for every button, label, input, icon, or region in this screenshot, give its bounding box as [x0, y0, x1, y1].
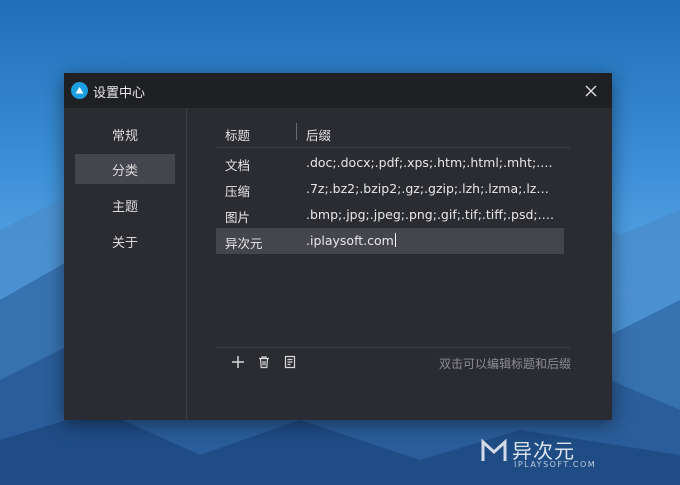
- footer-hint: 双击可以编辑标题和后缀: [439, 357, 572, 371]
- table-row[interactable]: 图片 .bmp;.jpg;.jpeg;.png;.gif;.tif;.tiff;…: [216, 202, 564, 228]
- sidebar-item-theme[interactable]: 主题: [75, 190, 175, 220]
- row-extensions-edit-field[interactable]: .iplaysoft.com: [306, 233, 558, 248]
- footer-divider: [216, 347, 570, 348]
- sidebar: 常规 分类 主题 关于: [64, 108, 187, 420]
- column-header-ext[interactable]: 后缀: [306, 125, 331, 144]
- title-bar: 设置中心: [64, 73, 612, 108]
- document-icon: [284, 355, 296, 369]
- row-extensions: .bmp;.jpg;.jpeg;.png;.gif;.tif;.tiff;.ps…: [306, 207, 558, 222]
- close-icon: [585, 85, 597, 97]
- row-extensions: .doc;.docx;.pdf;.xps;.htm;.html;.mht;.mh…: [306, 155, 558, 170]
- watermark-logo-icon: [481, 438, 507, 461]
- delete-button[interactable]: [255, 353, 273, 371]
- watermark: 异次元 IPLAYSOFT.COM: [478, 433, 658, 473]
- sidebar-item-general[interactable]: 常规: [75, 119, 175, 149]
- edit-button[interactable]: [281, 353, 299, 371]
- trash-icon: [259, 356, 269, 369]
- table-row[interactable]: 文档 .doc;.docx;.pdf;.xps;.htm;.html;.mht;…: [216, 150, 564, 176]
- window-title: 设置中心: [93, 86, 146, 101]
- row-extensions: .7z;.bz2;.bzip2;.gz;.gzip;.lzh;.lzma;.lz…: [306, 181, 558, 196]
- row-title: 图片: [225, 210, 251, 225]
- row-title: 压缩: [225, 184, 251, 199]
- column-header-title[interactable]: 标题: [225, 125, 250, 144]
- row-title: 异次元: [225, 236, 263, 251]
- app-logo-icon: [71, 82, 88, 99]
- sidebar-item-category[interactable]: 分类: [75, 154, 175, 184]
- watermark-url: IPLAYSOFT.COM: [514, 460, 597, 469]
- table-row[interactable]: 压缩 .7z;.bz2;.bzip2;.gz;.gzip;.lzh;.lzma;…: [216, 176, 564, 202]
- table-row-selected[interactable]: 异次元 .iplaysoft.com: [216, 228, 564, 254]
- close-button[interactable]: [580, 80, 602, 102]
- header-divider: [216, 147, 570, 148]
- add-button[interactable]: [229, 353, 247, 371]
- edit-field-text: .iplaysoft.com: [306, 233, 394, 248]
- text-caret: [394, 233, 396, 247]
- settings-window: 设置中心 常规 分类 主题 关于 标题 后缀 文档 .doc;.docx;.pd…: [64, 73, 612, 420]
- sidebar-item-about[interactable]: 关于: [75, 226, 175, 256]
- row-title: 文档: [225, 158, 251, 173]
- plus-icon: [232, 356, 244, 368]
- column-divider[interactable]: [296, 123, 297, 140]
